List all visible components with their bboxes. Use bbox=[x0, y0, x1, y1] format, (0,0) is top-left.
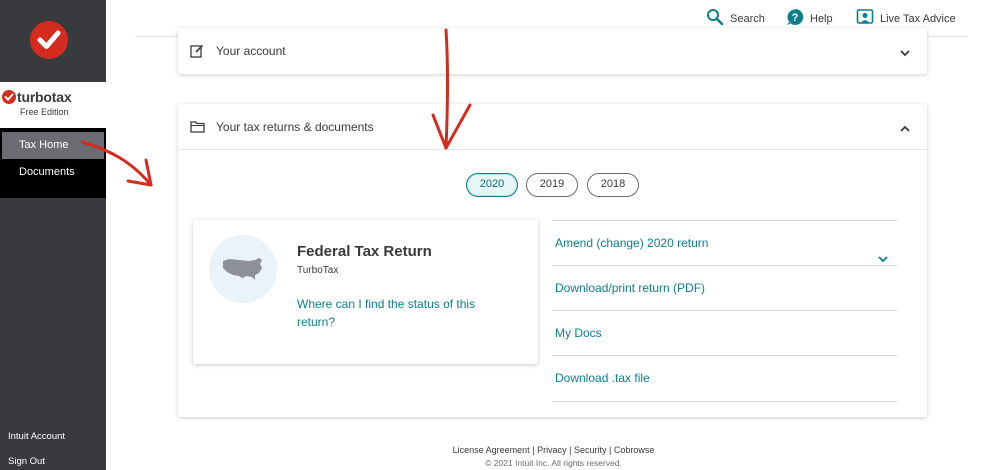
turbotax-check-logo-icon[interactable] bbox=[30, 21, 68, 59]
year-tab-2020[interactable]: 2020 bbox=[466, 173, 518, 197]
intuit-account-link[interactable]: Intuit Account bbox=[8, 431, 65, 442]
help-icon: ? bbox=[786, 8, 804, 29]
download-print-return-link[interactable]: Download/print return (PDF) bbox=[552, 265, 897, 310]
help-label: Help bbox=[810, 12, 833, 25]
live-tax-advice-link[interactable]: Live Tax Advice bbox=[856, 8, 956, 29]
cobrowse-link[interactable]: Cobrowse bbox=[614, 445, 655, 455]
amend-return-label: Amend (change) 2020 return bbox=[555, 236, 709, 250]
annotation-arrow-side-head bbox=[126, 158, 153, 187]
footer-separator: | bbox=[532, 445, 535, 455]
chevron-down-icon[interactable] bbox=[899, 45, 911, 63]
federal-return-card: Federal Tax Return TurboTax Where can I … bbox=[193, 220, 538, 364]
sidebar-item-tax-home[interactable]: Tax Home bbox=[2, 132, 104, 159]
footer-separator: | bbox=[608, 445, 612, 455]
sidebar: turbotax Free Edition Tax Home Documents… bbox=[0, 0, 106, 470]
tax-returns-card-header[interactable]: Your tax returns & documents bbox=[178, 104, 927, 150]
brand-name: turbotax bbox=[17, 89, 72, 105]
search-link[interactable]: Search bbox=[706, 8, 765, 29]
security-link[interactable]: Security bbox=[574, 445, 607, 455]
brand-edition: Free Edition bbox=[20, 107, 69, 117]
download-tax-file-link[interactable]: Download .tax file bbox=[552, 355, 897, 402]
license-agreement-link[interactable]: License Agreement bbox=[453, 445, 530, 455]
live-advice-icon bbox=[856, 8, 874, 29]
footer-links: License Agreement | Privacy | Security |… bbox=[0, 445, 999, 455]
brand-check-icon bbox=[2, 90, 16, 104]
us-map-icon bbox=[209, 235, 277, 303]
year-tab-2018[interactable]: 2018 bbox=[587, 173, 639, 197]
your-account-card[interactable]: Your account bbox=[178, 28, 927, 74]
sidebar-item-documents[interactable]: Documents bbox=[0, 159, 106, 186]
edit-icon bbox=[190, 44, 204, 63]
federal-return-title: Federal Tax Return bbox=[297, 243, 432, 260]
federal-return-subtitle: TurboTax bbox=[297, 265, 339, 276]
tax-returns-title: Your tax returns & documents bbox=[216, 120, 374, 134]
return-actions-list: Amend (change) 2020 return Download/prin… bbox=[552, 220, 897, 402]
brand-panel: turbotax Free Edition bbox=[0, 82, 106, 128]
folder-icon bbox=[190, 120, 205, 138]
chevron-up-icon[interactable] bbox=[899, 121, 911, 139]
sidebar-nav: Tax Home Documents bbox=[0, 128, 106, 198]
your-account-title: Your account bbox=[216, 44, 286, 58]
search-label: Search bbox=[730, 12, 765, 25]
live-advice-label: Live Tax Advice bbox=[880, 12, 956, 25]
my-docs-link[interactable]: My Docs bbox=[552, 310, 897, 355]
footer-copyright: © 2021 Intuit Inc. All rights reserved. bbox=[485, 458, 622, 468]
year-tab-2019[interactable]: 2019 bbox=[526, 173, 578, 197]
svg-text:?: ? bbox=[792, 12, 799, 24]
privacy-link[interactable]: Privacy bbox=[537, 445, 567, 455]
return-status-link[interactable]: Where can I find the status of this retu… bbox=[297, 295, 497, 331]
sidebar-logo-area bbox=[0, 0, 106, 82]
footer-separator: | bbox=[569, 445, 572, 455]
search-icon bbox=[706, 8, 724, 29]
amend-return-link[interactable]: Amend (change) 2020 return bbox=[552, 220, 897, 265]
help-link[interactable]: ? Help bbox=[786, 8, 833, 29]
